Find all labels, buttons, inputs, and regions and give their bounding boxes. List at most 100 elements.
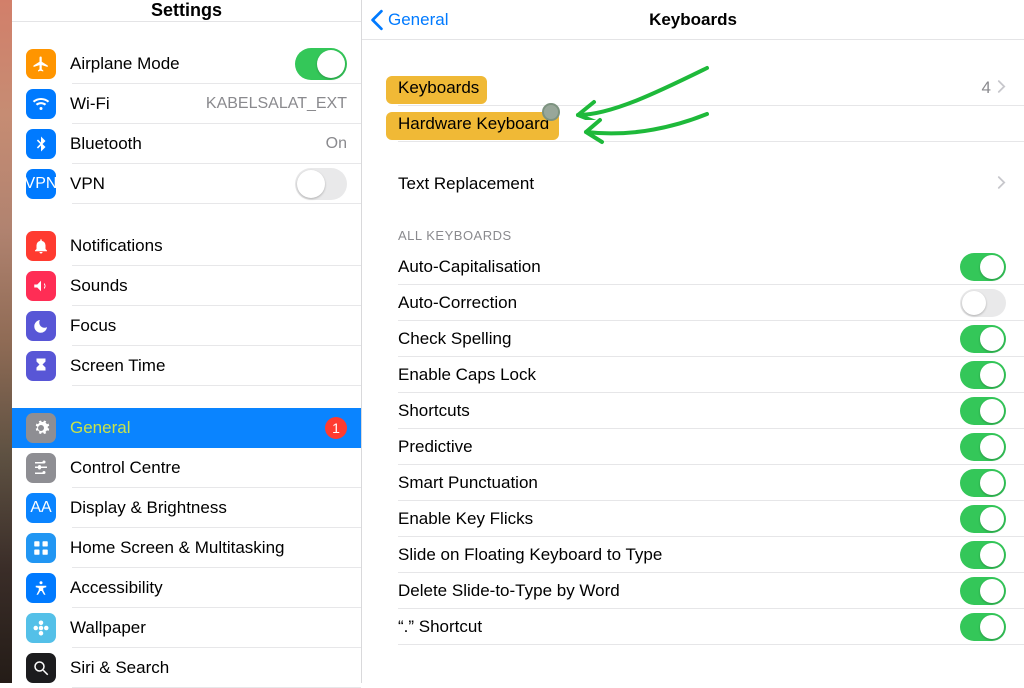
detail-header: General Keyboards [362,0,1024,40]
toggle-row-label: Shortcuts [398,401,470,421]
toggle-row-auto-correction[interactable]: Auto-Correction [362,285,1024,321]
gear-icon [26,413,56,443]
sidebar-item-label: Wi-Fi [70,94,206,114]
sidebar-item-screen-time[interactable]: Screen Time [12,346,361,386]
chevron-right-icon [997,77,1006,100]
sidebar-item-label: Sounds [70,276,347,296]
toggle-row--shortcut[interactable]: “.” Shortcut [362,609,1024,645]
sidebar-item-general[interactable]: General1 [12,408,361,448]
sidebar-item-label: Screen Time [70,356,347,376]
grid-icon [26,533,56,563]
toggle-row-auto-capitalisation[interactable]: Auto-Capitalisation [362,249,1024,285]
sidebar-item-display-brightness[interactable]: AA Display & Brightness [12,488,361,528]
nav-row-label: Hardware Keyboard [398,114,549,134]
sidebar-item-control-centre[interactable]: Control Centre [12,448,361,488]
nav-row-text-replacement[interactable]: Text Replacement [362,166,1024,202]
toggle-switch[interactable] [960,253,1006,281]
detail-pane: General Keyboards Keyboards 4 Hardware Key… [362,0,1024,683]
toggle-row-label: Check Spelling [398,329,511,349]
access-icon [26,573,56,603]
toggle-switch[interactable] [960,289,1006,317]
toggle-switch[interactable] [295,168,347,200]
sidebar-item-label: Siri & Search [70,658,347,678]
notification-badge: 1 [325,417,347,439]
toggle-row-label: Delete Slide-to-Type by Word [398,581,620,601]
toggle-row-predictive[interactable]: Predictive [362,429,1024,465]
toggle-row-shortcuts[interactable]: Shortcuts [362,393,1024,429]
chevron-left-icon [370,9,384,31]
toggle-row-label: Slide on Floating Keyboard to Type [398,545,662,565]
toggle-row-label: Predictive [398,437,473,457]
back-button[interactable]: General [370,0,448,40]
detail-title: Keyboards [649,10,737,30]
section-header: ALL KEYBOARDS [362,202,1024,249]
toggle-switch[interactable] [960,397,1006,425]
toggle-row-label: Smart Punctuation [398,473,538,493]
toggle-row-label: “.” Shortcut [398,617,482,637]
sidebar-item-label: Airplane Mode [70,54,295,74]
sidebar-title: Settings [12,0,361,22]
toggle-row-enable-key-flicks[interactable]: Enable Key Flicks [362,501,1024,537]
settings-sidebar: Settings Airplane Mode Wi-FiKABELSALAT_EX… [12,0,362,683]
sidebar-item-label: Wallpaper [70,618,347,638]
sidebar-item-label: Notifications [70,236,347,256]
sidebar-item-label: Bluetooth [70,134,326,154]
toggle-switch[interactable] [295,48,347,80]
sidebar-item-label: General [70,418,325,438]
sidebar-item-label: Focus [70,316,347,336]
sidebar-item-label: Accessibility [70,578,347,598]
sidebar-item-accessibility[interactable]: Accessibility [12,568,361,608]
nav-row-hardware-keyboard[interactable]: Hardware Keyboard [362,106,1024,142]
toggle-row-label: Enable Caps Lock [398,365,536,385]
sliders-icon [26,453,56,483]
sidebar-item-sounds[interactable]: Sounds [12,266,361,306]
bell-icon [26,231,56,261]
toggle-row-label: Auto-Correction [398,293,517,313]
toggle-row-enable-caps-lock[interactable]: Enable Caps Lock [362,357,1024,393]
aa-icon: AA [26,493,56,523]
wifi-icon [26,89,56,119]
vpn-icon: VPN [26,169,56,199]
flower-icon [26,613,56,643]
nav-row-value: 4 [982,78,991,98]
sidebar-item-detail: KABELSALAT_EXT [206,95,347,113]
sidebar-item-home-screen-multitasking[interactable]: Home Screen & Multitasking [12,528,361,568]
toggle-switch[interactable] [960,577,1006,605]
sidebar-item-siri-search[interactable]: Siri & Search [12,648,361,688]
sidebar-item-wi-fi[interactable]: Wi-FiKABELSALAT_EXT [12,84,361,124]
decorative-left-edge [0,0,12,683]
moon-icon [26,311,56,341]
sidebar-item-detail: On [326,135,347,153]
sidebar-item-vpn[interactable]: VPN VPN [12,164,361,204]
toggle-row-delete-slide-to-type-by-word[interactable]: Delete Slide-to-Type by Word [362,573,1024,609]
toggle-row-label: Enable Key Flicks [398,509,533,529]
toggle-switch[interactable] [960,613,1006,641]
sidebar-item-notifications[interactable]: Notifications [12,226,361,266]
chevron-right-icon [997,173,1006,196]
toggle-row-label: Auto-Capitalisation [398,257,541,277]
toggle-switch[interactable] [960,433,1006,461]
search-icon [26,653,56,683]
toggle-switch[interactable] [960,361,1006,389]
toggle-row-slide-on-floating-keyboard-to-type[interactable]: Slide on Floating Keyboard to Type [362,537,1024,573]
sidebar-item-airplane-mode[interactable]: Airplane Mode [12,44,361,84]
toggle-switch[interactable] [960,541,1006,569]
nav-row-label: Keyboards [398,78,479,98]
sidebar-item-focus[interactable]: Focus [12,306,361,346]
sidebar-item-label: Home Screen & Multitasking [70,538,347,558]
nav-row-label: Text Replacement [398,174,534,194]
toggle-switch[interactable] [960,505,1006,533]
sidebar-item-label: Control Centre [70,458,347,478]
nav-row-keyboards[interactable]: Keyboards 4 [362,70,1024,106]
sidebar-item-label: VPN [70,174,295,194]
speaker-icon [26,271,56,301]
toggle-switch[interactable] [960,325,1006,353]
toggle-row-check-spelling[interactable]: Check Spelling [362,321,1024,357]
hourglass-icon [26,351,56,381]
airplane-icon [26,49,56,79]
toggle-switch[interactable] [960,469,1006,497]
sidebar-item-wallpaper[interactable]: Wallpaper [12,608,361,648]
toggle-row-smart-punctuation[interactable]: Smart Punctuation [362,465,1024,501]
sidebar-item-label: Display & Brightness [70,498,347,518]
sidebar-item-bluetooth[interactable]: BluetoothOn [12,124,361,164]
